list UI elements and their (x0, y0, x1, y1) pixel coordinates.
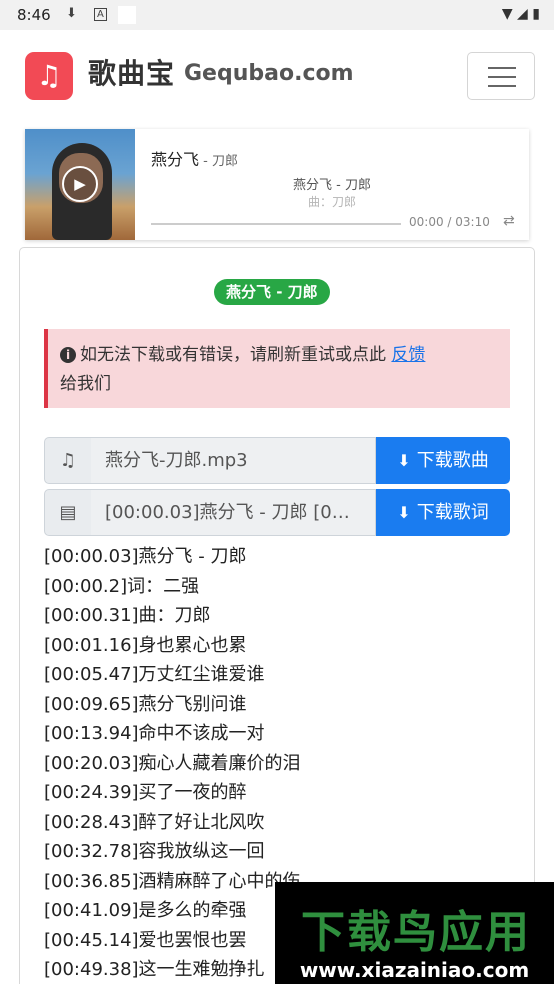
watermark-title: 下载鸟应用 (301, 907, 531, 958)
lyric-line: [00:13.94]命中不该成一对 (44, 723, 265, 744)
lyrics-text-field[interactable]: [00:00.03]燕分飞 - 刀郎 [00:00.2]词：二强 (91, 489, 376, 536)
watermark-banner: 下载鸟应用 www.xiazainiao.com (275, 882, 554, 984)
document-icon: ▤ (44, 489, 92, 536)
lyric-line: [00:05.47]万丈红尘谁爱谁 (44, 664, 265, 685)
wifi-icon: ▼ (501, 6, 513, 22)
song-badge: 燕分飞 - 刀郎 (214, 279, 330, 305)
battery-icon: ▮ (532, 6, 540, 22)
info-icon: i (60, 347, 76, 363)
music-note-icon[interactable]: ♫ (25, 52, 73, 100)
lyric-line: [00:32.78]容我放纵这一回 (44, 841, 265, 862)
brand-name-en[interactable]: Gequbao.com (184, 61, 354, 86)
lyric-line: [00:24.39]买了一夜的醉 (44, 782, 247, 803)
album-cover: ▶ (25, 129, 135, 240)
hamburger-menu-icon (488, 67, 516, 69)
lyric-line: [00:00.2]词：二强 (44, 575, 200, 597)
play-button[interactable]: ▶ (62, 166, 98, 202)
player-time: 00:00 / 03:10 (409, 215, 490, 229)
player-artist: - 刀郎 (199, 154, 238, 169)
status-time: 8:46 (17, 6, 51, 24)
audio-player: ▶ 燕分飞 - 刀郎 燕分飞 - 刀郎 曲：刀郎 00:00 / 03:10 ⇄ (25, 129, 529, 240)
lyric-line: [00:20.03]痴心人藏着廉价的泪 (44, 752, 301, 774)
lyrics-download-row: ▤ [00:00.03]燕分飞 - 刀郎 [00:00.2]词：二强 ⬇下载歌词 (44, 489, 510, 536)
menu-button[interactable] (467, 52, 535, 100)
lyric-line: [00:28.43]醉了好让北风吹 (44, 811, 265, 833)
song-download-row: ♫ 燕分飞-刀郎.mp3 ⬇ 下载歌曲 (44, 437, 510, 484)
download-lyrics-button[interactable]: ⬇ 下载歌词 (376, 489, 510, 536)
feedback-alert: i 如无法下载或有错误，请刷新重试或点此 反馈 给我们 (44, 329, 510, 408)
song-filename-field[interactable]: 燕分飞-刀郎.mp3 (91, 437, 376, 484)
navbar: ♫ 歌曲宝 Gequbao.com (0, 30, 554, 124)
notification-placeholder-icon (118, 6, 136, 24)
download-icon: ⬇ (397, 503, 411, 522)
music-note-icon: ♫ (44, 437, 92, 484)
lyric-line: [00:00.31]曲：刀郎 (44, 605, 211, 626)
status-bar: 8:46 ⬇ A ▼ ◢ ▮ (0, 0, 554, 30)
font-icon: A (94, 8, 107, 21)
progress-bar[interactable] (151, 223, 401, 225)
player-current-lyric: 燕分飞 - 刀郎 (293, 178, 371, 193)
status-right-icons: ▼ ◢ ▮ (502, 6, 540, 22)
player-next-lyric: 曲：刀郎 (307, 195, 356, 209)
loop-icon[interactable]: ⇄ (503, 213, 515, 229)
download-icon: ⬇ (66, 6, 77, 21)
download-icon: ⬇ (397, 451, 411, 470)
feedback-link[interactable]: 反馈 (391, 345, 425, 365)
lyric-line: [00:01.16]身也累心也累 (44, 634, 247, 656)
signal-icon: ◢ (517, 6, 528, 22)
lyric-line: [00:00.03]燕分飞 - 刀郎 (44, 546, 247, 567)
brand-name-cn[interactable]: 歌曲宝 (88, 52, 175, 92)
watermark-url: www.xiazainiao.com (299, 958, 530, 982)
lyric-line: [00:09.65]燕分飞别问谁 (44, 693, 247, 715)
download-song-button[interactable]: ⬇ 下载歌曲 (376, 437, 510, 484)
player-title: 燕分飞 - 刀郎 (151, 150, 238, 169)
